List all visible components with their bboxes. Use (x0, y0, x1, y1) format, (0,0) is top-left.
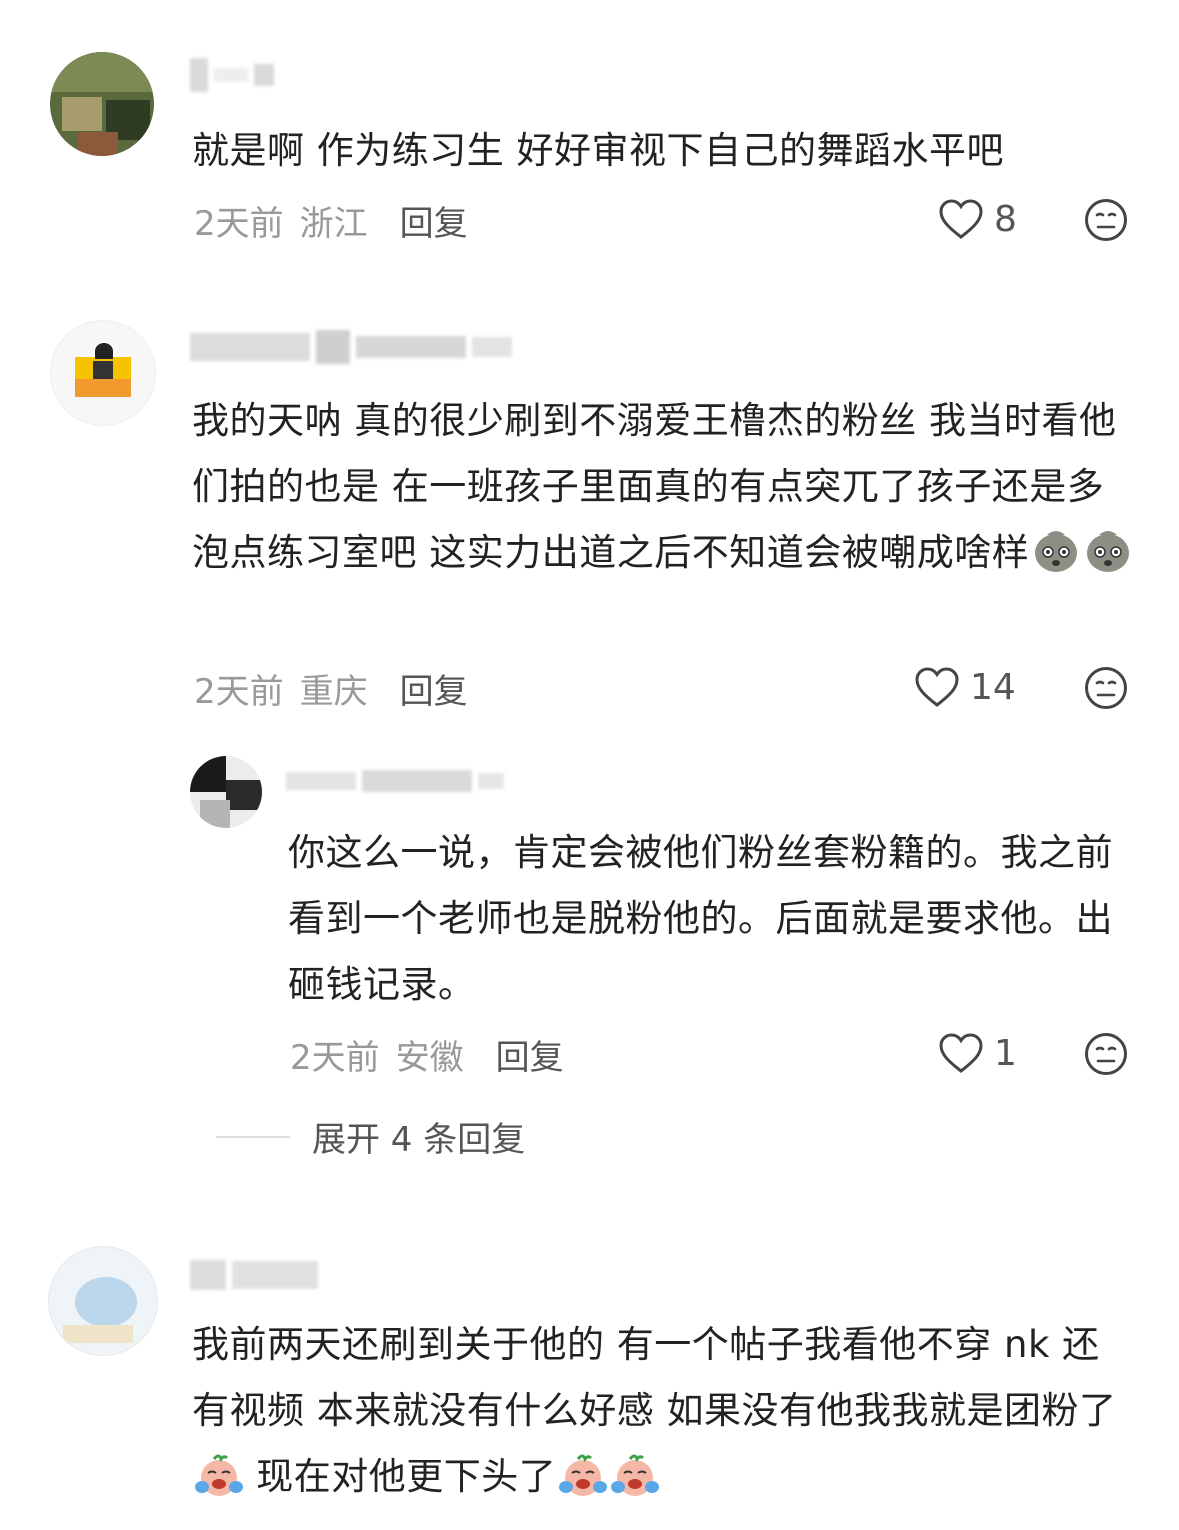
expand-replies-label: 展开 4 条回复 (312, 1120, 526, 1160)
crying-face-emoji (610, 1449, 660, 1499)
comment-text-content: 我前两天还刷到关于他的 有一个帖子我看他不穿 nk 还有视频 本来就没有什么好感… (192, 1323, 1117, 1432)
reply-time: 2天前 (290, 1038, 380, 1078)
username-masked[interactable] (190, 58, 274, 92)
potato-face-emoji (1031, 525, 1081, 575)
like-count: 1 (994, 1032, 1017, 1074)
username-masked[interactable] (286, 770, 504, 792)
like-button[interactable]: 14 (914, 666, 1016, 708)
comment-location: 浙江 (299, 204, 368, 244)
expand-replies-button[interactable]: 展开 4 条回复 (216, 1112, 525, 1161)
heart-outline-icon (915, 667, 959, 707)
comment-text-content-2: 现在对他更下头了 (244, 1455, 557, 1498)
reply-button[interactable]: 回复 (496, 1030, 564, 1079)
like-count: 8 (994, 198, 1017, 240)
comment-meta: 2天前 重庆 回复 (194, 664, 468, 713)
avatar[interactable] (190, 756, 262, 828)
comment-text: 我前两天还刷到关于他的 有一个帖子我看他不穿 nk 还有视频 本来就没有什么好感… (192, 1312, 1137, 1510)
crying-face-emoji (194, 1449, 244, 1499)
comment-time: 2天前 (194, 672, 284, 712)
comment-meta: 2天前 浙江 回复 (194, 196, 468, 245)
avatar[interactable] (50, 320, 156, 426)
like-button[interactable]: 1 (938, 1032, 1017, 1074)
neutral-face-icon[interactable] (1084, 1032, 1128, 1076)
comment-text: 就是啊 作为练习生 好好审视下自己的舞蹈水平吧 (192, 129, 1005, 172)
reply-text: 你这么一说，肯定会被他们粉丝套粉籍的。我之前看到一个老师也是脱粉他的。后面就是要… (288, 831, 1113, 1006)
reply-button[interactable]: 回复 (400, 196, 468, 245)
divider-line (216, 1135, 290, 1138)
avatar[interactable] (50, 52, 154, 156)
username-masked[interactable] (190, 330, 512, 364)
comment-text: 我的天呐 真的很少刷到不溺爱王橹杰的粉丝 我当时看他们拍的也是 在一班孩子里面真… (192, 388, 1137, 586)
neutral-face-icon[interactable] (1084, 198, 1128, 242)
heart-outline-icon (939, 1033, 983, 1073)
heart-outline-icon (939, 199, 983, 239)
comment-time: 2天前 (194, 204, 284, 244)
reply-meta: 2天前 安徽 回复 (290, 1030, 564, 1079)
neutral-face-icon[interactable] (1084, 666, 1128, 710)
comment-text-content: 我的天呐 真的很少刷到不溺爱王橹杰的粉丝 我当时看他们拍的也是 在一班孩子里面真… (192, 399, 1117, 574)
reply-location: 安徽 (395, 1038, 464, 1078)
potato-face-emoji (1083, 525, 1133, 575)
avatar[interactable] (48, 1246, 158, 1356)
crying-face-emoji (558, 1449, 608, 1499)
like-button[interactable]: 8 (938, 198, 1017, 240)
reply-button[interactable]: 回复 (400, 664, 468, 713)
comment-location: 重庆 (299, 672, 368, 712)
username-masked[interactable] (190, 1260, 318, 1290)
like-count: 14 (970, 666, 1016, 708)
